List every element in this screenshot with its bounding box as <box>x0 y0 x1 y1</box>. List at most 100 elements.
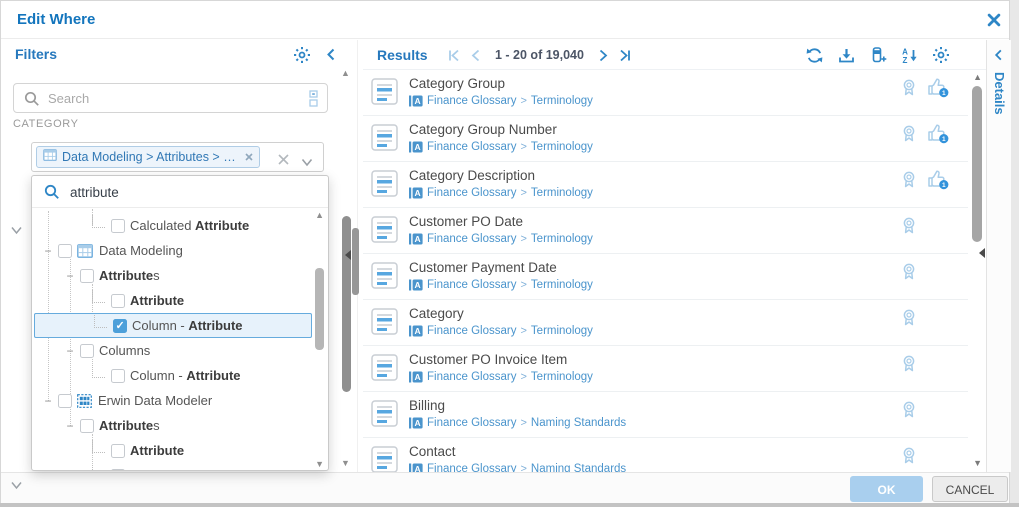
collapse-minus-icon[interactable] <box>64 419 76 433</box>
sort-az-icon[interactable]: AZ <box>901 47 918 64</box>
result-title[interactable]: Customer Payment Date <box>409 260 557 275</box>
breadcrumb-link[interactable]: Terminology <box>531 141 593 153</box>
search-options-icon[interactable] <box>309 90 319 112</box>
breadcrumb-link[interactable]: Finance Glossary <box>427 141 516 153</box>
checkbox-unchecked[interactable] <box>111 294 125 308</box>
first-page-icon[interactable] <box>448 49 461 62</box>
likes-thumbs-up-icon[interactable]: 1 <box>928 78 950 103</box>
breadcrumb-link[interactable]: Naming Standards <box>531 463 626 472</box>
scroll-down-arrow-icon[interactable]: ▼ <box>341 458 350 468</box>
next-page-icon[interactable] <box>596 49 609 62</box>
details-tab-label[interactable]: Details <box>992 72 1007 115</box>
filters-settings-gear-icon[interactable] <box>293 46 311 69</box>
previous-page-icon[interactable] <box>470 49 483 62</box>
breadcrumb-link[interactable]: Finance Glossary <box>427 279 516 291</box>
chevron-down-icon[interactable] <box>301 154 313 172</box>
panel-splitter-handle[interactable] <box>352 228 359 295</box>
collapse-left-triangle-icon[interactable] <box>979 248 985 258</box>
tree-item[interactable]: Attribute <box>32 288 312 313</box>
result-row[interactable]: CategoryAFinance Glossary>Terminology <box>363 300 968 346</box>
cancel-button[interactable]: CANCEL <box>932 476 1008 502</box>
result-title[interactable]: Category Group Number <box>409 122 557 137</box>
last-page-icon[interactable] <box>618 49 631 62</box>
result-title[interactable]: Category Description <box>409 168 535 183</box>
section-chevron-down-icon[interactable] <box>10 222 23 240</box>
scroll-up-arrow-icon[interactable]: ▲ <box>341 68 350 78</box>
collapse-minus-icon[interactable] <box>42 244 54 258</box>
remove-tag-icon[interactable] <box>245 148 253 166</box>
checkbox-unchecked[interactable] <box>80 269 94 283</box>
checkbox-unchecked[interactable] <box>58 394 72 408</box>
dropdown-scrollbar-thumb[interactable] <box>315 268 324 350</box>
breadcrumb-link[interactable]: Finance Glossary <box>427 417 516 429</box>
breadcrumb-link[interactable]: Finance Glossary <box>427 371 516 383</box>
tree-item[interactable]: Attribute <box>32 438 312 463</box>
result-row[interactable]: Customer PO DateAFinance Glossary>Termin… <box>363 208 968 254</box>
tree-item[interactable]: Data Modeling <box>32 238 312 263</box>
gear-icon[interactable] <box>932 46 950 64</box>
result-title[interactable]: Category <box>409 306 464 321</box>
breadcrumb-link[interactable]: Terminology <box>531 187 593 199</box>
result-row[interactable]: Category Group NumberAFinance Glossary>T… <box>363 116 968 162</box>
checkbox-unchecked[interactable] <box>80 344 94 358</box>
close-icon[interactable] <box>987 13 1003 29</box>
collapse-minus-icon[interactable] <box>64 344 76 358</box>
breadcrumb-link[interactable]: Naming Standards <box>531 417 626 429</box>
checkbox-unchecked[interactable] <box>111 369 125 383</box>
checkbox-unchecked[interactable] <box>80 419 94 433</box>
ok-button[interactable]: OK <box>850 476 923 502</box>
tree-item[interactable]: Attributes <box>32 263 312 288</box>
result-row[interactable]: Customer PO Invoice ItemAFinance Glossar… <box>363 346 968 392</box>
section-chevron-down-icon[interactable] <box>10 477 23 495</box>
breadcrumb-link[interactable]: Terminology <box>531 233 593 245</box>
download-icon[interactable] <box>838 47 855 64</box>
details-expand-chevron-icon[interactable] <box>993 48 1005 66</box>
tree-item[interactable]: Column - Attribute <box>34 313 312 338</box>
tree-item[interactable]: Column - Attribute <box>32 363 312 388</box>
breadcrumb-link[interactable]: Finance Glossary <box>427 463 516 472</box>
result-title[interactable]: Category Group <box>409 76 505 91</box>
filters-search-input[interactable] <box>48 87 288 109</box>
breadcrumb-link[interactable]: Finance Glossary <box>427 187 516 199</box>
scroll-down-arrow-icon[interactable]: ▼ <box>973 458 982 468</box>
category-select[interactable]: Data Modeling > Attributes > Column - At <box>31 142 324 172</box>
result-row[interactable]: Category DescriptionAFinance Glossary>Te… <box>363 162 968 208</box>
checkbox-checked[interactable] <box>113 319 127 333</box>
collapse-minus-icon[interactable] <box>42 394 54 408</box>
likes-thumbs-up-icon[interactable]: 1 <box>928 124 950 149</box>
collapse-minus-icon[interactable] <box>64 269 76 283</box>
collapse-left-triangle-icon[interactable] <box>345 250 351 260</box>
breadcrumb-link[interactable]: Terminology <box>531 325 593 337</box>
tree-item[interactable]: Calculated Attribute <box>32 213 312 238</box>
likes-thumbs-up-icon[interactable]: 1 <box>928 170 950 195</box>
breadcrumb-link[interactable]: Finance Glossary <box>427 233 516 245</box>
tree-item[interactable]: Columns <box>32 338 312 363</box>
scroll-down-arrow-icon[interactable]: ▼ <box>315 459 324 469</box>
checkbox-unchecked[interactable] <box>111 444 125 458</box>
scroll-up-arrow-icon[interactable]: ▲ <box>973 72 982 82</box>
add-column-icon[interactable] <box>869 47 887 64</box>
breadcrumb-link[interactable]: Terminology <box>531 279 593 291</box>
clear-selection-icon[interactable] <box>278 152 289 170</box>
results-scrollbar-thumb[interactable] <box>972 86 982 242</box>
filters-scrollbar-thumb[interactable] <box>342 216 351 392</box>
tree-item[interactable]: Erwin Data Modeler <box>32 388 312 413</box>
tree-item[interactable]: Attributes <box>32 413 312 438</box>
breadcrumb-link[interactable]: Finance Glossary <box>427 325 516 337</box>
result-row[interactable]: BillingAFinance Glossary>Naming Standard… <box>363 392 968 438</box>
result-title[interactable]: Customer PO Date <box>409 214 523 229</box>
breadcrumb-link[interactable]: Terminology <box>531 371 593 383</box>
tree-item[interactable]: Column - Attribute <box>32 463 312 470</box>
filters-collapse-chevron-icon[interactable] <box>325 48 338 66</box>
checkbox-unchecked[interactable] <box>111 219 125 233</box>
result-title[interactable]: Billing <box>409 398 445 413</box>
result-row[interactable]: Category GroupAFinance Glossary>Terminol… <box>363 70 968 116</box>
scroll-up-arrow-icon[interactable]: ▲ <box>315 210 324 220</box>
result-row[interactable]: Customer Payment DateAFinance Glossary>T… <box>363 254 968 300</box>
result-title[interactable]: Customer PO Invoice Item <box>409 352 567 367</box>
breadcrumb-link[interactable]: Finance Glossary <box>427 95 516 107</box>
refresh-icon[interactable] <box>805 47 824 64</box>
breadcrumb-link[interactable]: Terminology <box>531 95 593 107</box>
result-row[interactable]: ContactAFinance Glossary>Naming Standard… <box>363 438 968 472</box>
result-title[interactable]: Contact <box>409 444 456 459</box>
